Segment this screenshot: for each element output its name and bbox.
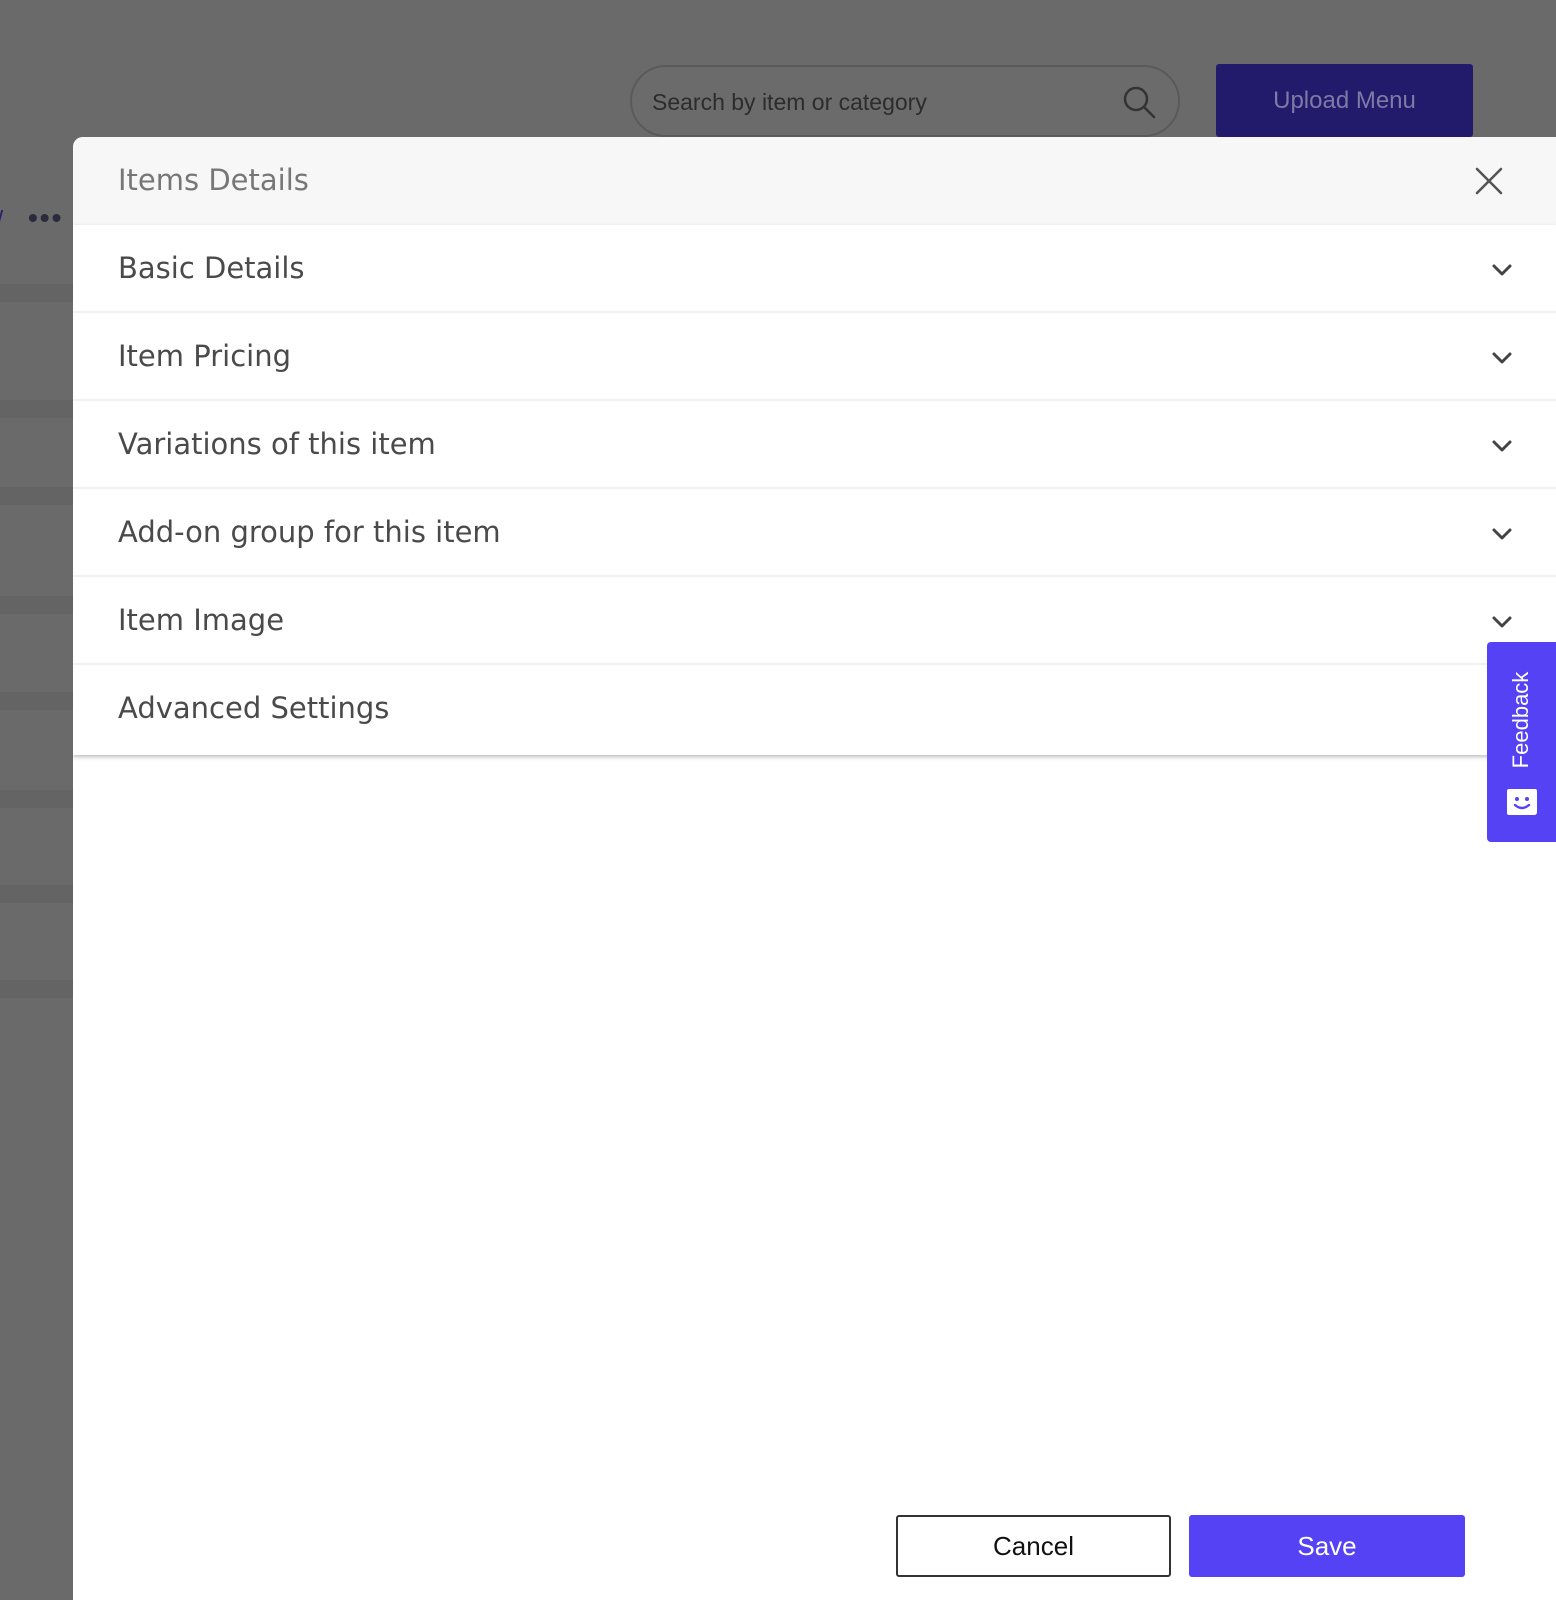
- section-label: Item Image: [118, 603, 285, 637]
- section-label: Item Pricing: [118, 339, 291, 373]
- section-item-pricing[interactable]: Item Pricing: [73, 313, 1556, 401]
- background-row-divider: [0, 284, 73, 302]
- modal-header: Items Details: [73, 137, 1556, 225]
- section-label: Basic Details: [118, 251, 305, 285]
- upload-menu-button[interactable]: Upload Menu: [1216, 64, 1473, 137]
- search-placeholder: Search by item or category: [652, 89, 927, 115]
- background-row-divider: [0, 487, 73, 505]
- search-input[interactable]: Search by item or category: [630, 65, 1180, 137]
- feedback-label: Feedback: [1508, 671, 1533, 769]
- section-basic-details[interactable]: Basic Details: [73, 225, 1556, 313]
- section-label: Advanced Settings: [118, 691, 390, 725]
- search-icon: [1123, 86, 1156, 119]
- section-advanced-settings[interactable]: Advanced Settings: [73, 665, 1556, 753]
- chevron-down-icon: [1492, 264, 1512, 276]
- feedback-tab[interactable]: Feedback: [1487, 642, 1556, 842]
- background-partial-text: /: [0, 205, 3, 236]
- close-icon[interactable]: [1473, 165, 1505, 197]
- section-variations[interactable]: Variations of this item: [73, 401, 1556, 489]
- section-add-on-group[interactable]: Add-on group for this item: [73, 489, 1556, 577]
- background-row-divider: [0, 400, 73, 418]
- ellipsis-icon[interactable]: •••: [28, 202, 63, 234]
- background-row-divider: [0, 790, 73, 808]
- items-details-modal: Items Details Basic Details Item Pricing…: [73, 137, 1556, 1600]
- section-label: Variations of this item: [118, 427, 436, 461]
- background-header: Search by item or category Upload Menu: [0, 0, 1556, 140]
- section-item-image[interactable]: Item Image: [73, 577, 1556, 665]
- modal-title: Items Details: [118, 163, 309, 197]
- chevron-down-icon: [1492, 528, 1512, 540]
- save-button[interactable]: Save: [1189, 1515, 1465, 1577]
- background-row-divider: [0, 885, 73, 903]
- cancel-button[interactable]: Cancel: [896, 1515, 1171, 1577]
- chevron-down-icon: [1492, 616, 1512, 628]
- section-label: Add-on group for this item: [118, 515, 501, 549]
- background-row-divider: [0, 596, 73, 614]
- chevron-down-icon: [1492, 440, 1512, 452]
- section-accordion: Basic Details Item Pricing Variations of…: [73, 225, 1556, 755]
- chevron-down-icon: [1492, 352, 1512, 364]
- background-row-divider: [0, 980, 73, 998]
- background-row-divider: [0, 692, 73, 710]
- chat-face-icon: [1507, 789, 1537, 815]
